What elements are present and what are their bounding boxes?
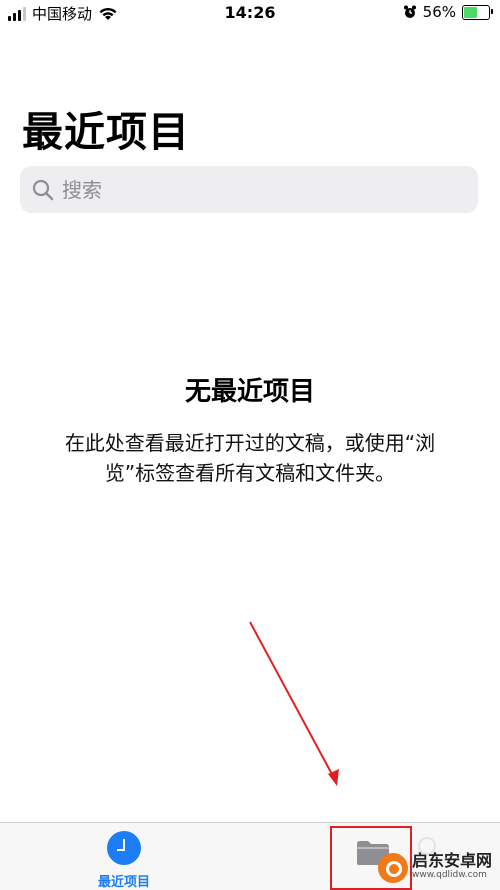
status-bar: 中国移动 14:26 56% [0, 0, 500, 26]
page-title: 最近项目 [22, 108, 190, 156]
search-bar[interactable] [20, 166, 478, 213]
search-input[interactable] [60, 176, 464, 203]
search-icon [32, 179, 54, 200]
watermark-title: 启东安卓网 [412, 851, 493, 870]
tab-recents[interactable]: 最近项目 [82, 831, 166, 890]
empty-state-title: 无最近项目 [184, 377, 315, 407]
watermark-url: www.qdlidw.com [412, 870, 487, 880]
empty-state-description: 在此处查看最近打开过的文稿，或使用“浏览”标签查看所有文稿和文件夹。 [64, 431, 436, 485]
watermark-logo-icon [378, 853, 408, 883]
status-right: 56% [403, 3, 493, 21]
watermark: 启东安卓网 www.qdlidw.com [378, 853, 492, 883]
clock-icon [107, 831, 141, 865]
battery-icon [462, 4, 493, 20]
tab-recents-label: 最近项目 [97, 875, 150, 890]
battery-percent: 56% [422, 3, 456, 21]
alarm-icon [403, 5, 416, 18]
